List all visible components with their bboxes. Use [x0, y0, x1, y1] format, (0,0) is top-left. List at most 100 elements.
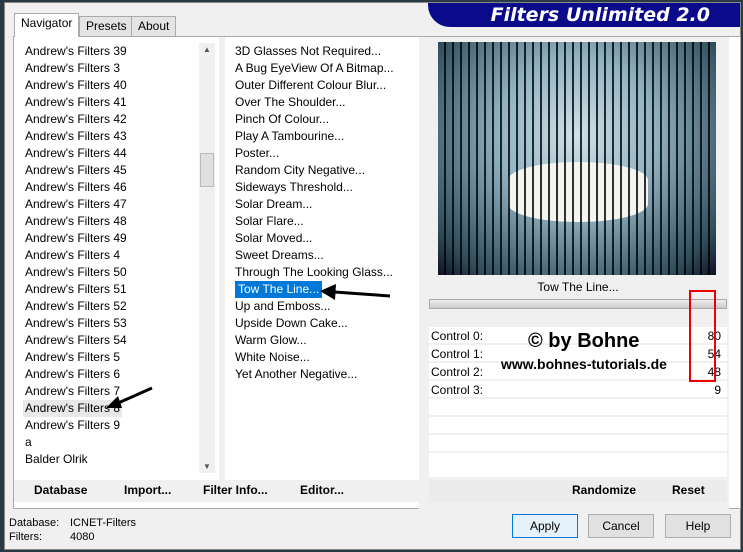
list-item[interactable]: Andrew's Filters 47 [15, 196, 199, 213]
category-list[interactable]: Andrew's Filters 39 Andrew's Filters 3 And… [15, 43, 199, 473]
list-item[interactable]: Andrew's Filters 48 [15, 213, 199, 230]
watermark-url: www.bohnes-tutorials.de [501, 356, 667, 372]
filter-info-button[interactable]: Filter Info... [203, 483, 268, 497]
list-item[interactable]: Andrew's Filters 40 [15, 77, 199, 94]
list-item-label: Andrew's Filters 8 [23, 400, 122, 417]
control-row-empty [429, 435, 727, 453]
list-item[interactable]: Andrew's Filters 4 [15, 247, 199, 264]
navigator-panel: Andrew's Filters 39 Andrew's Filters 3 And… [13, 36, 741, 510]
filter-list[interactable]: 3D Glasses Not Required... A Bug EyeView … [225, 43, 419, 473]
list-item[interactable]: Andrew's Filters 42 [15, 111, 199, 128]
list-item[interactable]: Andrew's Filters 9 [15, 417, 199, 434]
list-item[interactable]: Yet Another Negative... [225, 366, 419, 383]
database-button[interactable]: Database [34, 483, 87, 497]
list-item-label: Andrew's Filters 51 [25, 282, 127, 296]
list-item[interactable]: Play A Tambourine... [225, 128, 419, 145]
list-item-label: Andrew's Filters 43 [25, 129, 127, 143]
list-item[interactable]: Andrew's Filters 43 [15, 128, 199, 145]
tab-about[interactable]: About [131, 16, 177, 36]
highlight-box [689, 290, 716, 382]
list-item[interactable]: Solar Flare... [225, 213, 419, 230]
list-item[interactable]: Andrew's Filters 44 [15, 145, 199, 162]
control-row-empty [429, 417, 727, 435]
list-item[interactable]: Andrew's Filters 8 [15, 400, 199, 417]
preview-image [438, 42, 716, 275]
list-item[interactable]: Balder Olrik [15, 451, 199, 468]
list-item-label: a [25, 435, 32, 449]
list-item-label: Outer Different Colour Blur... [235, 78, 387, 92]
list-item[interactable]: Over The Shoulder... [225, 94, 419, 111]
list-item-label: Andrew's Filters 52 [25, 299, 127, 313]
list-item-label: A Bug EyeView Of A Bitmap... [235, 61, 394, 75]
list-item[interactable]: Upside Down Cake... [225, 315, 419, 332]
list-item[interactable]: Andrew's Filters 53 [15, 315, 199, 332]
list-item[interactable]: Andrew's Filters 46 [15, 179, 199, 196]
tab-navigator[interactable]: Navigator [14, 13, 80, 37]
reset-button[interactable]: Reset [672, 483, 705, 497]
list-item[interactable]: Andrew's Filters 52 [15, 298, 199, 315]
list-item[interactable]: A Bug EyeView Of A Bitmap... [225, 60, 419, 77]
scroll-thumb[interactable] [200, 153, 214, 187]
list-item-label: Andrew's Filters 48 [25, 214, 127, 228]
list-item[interactable]: Andrew's Filters 5 [15, 349, 199, 366]
database-label: Database: [9, 517, 60, 529]
watermark-copyright: © by Bohne [528, 330, 640, 352]
list-item[interactable]: White Noise... [225, 349, 419, 366]
list-item-label: Sideways Threshold... [235, 180, 353, 194]
list-item-label: White Noise... [235, 350, 310, 364]
list-item[interactable]: Andrew's Filters 7 [15, 383, 199, 400]
list-item[interactable]: Poster... [225, 145, 419, 162]
list-item-label: Andrew's Filters 50 [25, 265, 127, 279]
control-label: Control 3: [431, 383, 484, 397]
list-item[interactable]: Sweet Dreams... [225, 247, 419, 264]
stripes-overlay [438, 42, 716, 275]
list-item[interactable]: Andrew's Filters 54 [15, 332, 199, 349]
list-item[interactable]: Andrew's Filters 3 [15, 60, 199, 77]
list-item[interactable]: Tow The Line... [225, 281, 419, 298]
list-item[interactable]: Andrew's Filters 6 [15, 366, 199, 383]
cancel-button[interactable]: Cancel [588, 514, 654, 538]
control-row-empty [429, 399, 727, 417]
control-label: Control 0: [431, 329, 484, 343]
scroll-down-icon[interactable]: ▼ [203, 462, 211, 471]
list-item-label: Sweet Dreams... [235, 248, 324, 262]
list-item[interactable]: Andrew's Filters 41 [15, 94, 199, 111]
randomize-button[interactable]: Randomize [572, 483, 636, 497]
control-row[interactable]: Control 3: 9 [429, 381, 727, 399]
list-item[interactable]: Andrew's Filters 39 [15, 43, 199, 60]
list-item-label: 3D Glasses Not Required... [235, 44, 382, 58]
list-item-label: Andrew's Filters 9 [25, 418, 120, 432]
list-item[interactable]: Warm Glow... [225, 332, 419, 349]
apply-button[interactable]: Apply [512, 514, 578, 538]
list-item[interactable]: Solar Moved... [225, 230, 419, 247]
list-item[interactable]: Outer Different Colour Blur... [225, 77, 419, 94]
list-item[interactable]: Andrew's Filters 45 [15, 162, 199, 179]
import-button[interactable]: Import... [124, 483, 171, 497]
list-item[interactable]: Solar Dream... [225, 196, 419, 213]
list-item-label: Through The Looking Glass... [235, 265, 393, 279]
list-item-label: Andrew's Filters 39 [25, 44, 127, 58]
help-button[interactable]: Help [665, 514, 731, 538]
list-item[interactable]: Random City Negative... [225, 162, 419, 179]
filters-label: Filters: [9, 531, 42, 543]
list-item-label: Andrew's Filters 49 [25, 231, 127, 245]
list-item[interactable]: Sideways Threshold... [225, 179, 419, 196]
list-item[interactable]: Through The Looking Glass... [225, 264, 419, 281]
list-item[interactable]: Andrew's Filters 50 [15, 264, 199, 281]
list-item-label: Solar Moved... [235, 231, 313, 245]
control-value[interactable]: 9 [714, 381, 721, 399]
tab-presets[interactable]: Presets [79, 16, 134, 36]
filters-count: 4080 [70, 531, 95, 543]
list-item[interactable]: a [15, 434, 199, 451]
list-item[interactable]: Andrew's Filters 51 [15, 281, 199, 298]
category-scrollbar[interactable]: ▲ ▼ [199, 43, 215, 473]
editor-button[interactable]: Editor... [300, 483, 344, 497]
list-item[interactable]: Up and Emboss... [225, 298, 419, 315]
list-item[interactable]: 3D Glasses Not Required... [225, 43, 419, 60]
scroll-up-icon[interactable]: ▲ [203, 45, 211, 54]
list-item[interactable]: Andrew's Filters 49 [15, 230, 199, 247]
list-item[interactable]: Pinch Of Colour... [225, 111, 419, 128]
list-item-label: Andrew's Filters 4 [25, 248, 120, 262]
list-item-label: Warm Glow... [235, 333, 307, 347]
list-item-label: Balder Olrik [25, 452, 88, 466]
